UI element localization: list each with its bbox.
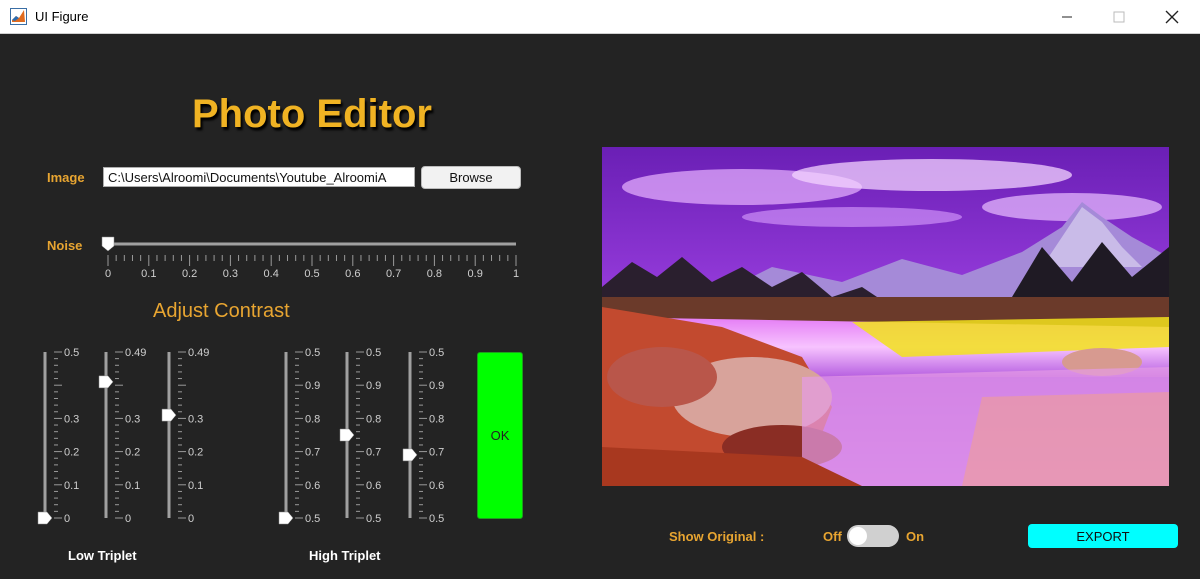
image-path-input[interactable]: [103, 167, 415, 187]
maximize-icon: [1113, 11, 1125, 22]
browse-button[interactable]: Browse: [421, 166, 521, 189]
slider-thumb[interactable]: [278, 511, 294, 525]
slider-tick-label: 0.1: [64, 480, 79, 492]
minimize-icon: [1062, 16, 1072, 17]
slider-tick-label: 0.7: [366, 447, 381, 459]
slider-tick-label: 0.8: [366, 413, 381, 425]
slider-thumb[interactable]: [98, 375, 114, 389]
slider-tick-label: 0.9: [305, 380, 320, 392]
photo-preview: [602, 147, 1169, 486]
matlab-logo-icon: [10, 8, 27, 25]
noise-tick-label: 0.6: [345, 268, 360, 280]
slider-tick-label: 0.1: [125, 480, 140, 492]
slider-thumb[interactable]: [402, 448, 418, 462]
slider-max-label: 0.5: [429, 347, 444, 359]
contrast-slider[interactable]: 0.5 0.9 0.8 0.7 0.6 0.5: [339, 347, 381, 525]
toggle-on-label: On: [906, 529, 925, 544]
slider-tick-label: 0.8: [305, 413, 320, 425]
slider-tick-label: 0.6: [366, 480, 381, 492]
slider-tick-label: 0.5: [429, 513, 444, 525]
slider-tick-label: 0.2: [125, 447, 140, 459]
slider-tick-label: 0.9: [366, 380, 381, 392]
slider-tick-label: 0.5: [366, 513, 381, 525]
slider-max-label: 0.49: [188, 347, 209, 359]
noise-slider-thumb[interactable]: [101, 236, 115, 252]
noise-tick-label: 0: [105, 268, 111, 280]
noise-tick-label: 0.9: [468, 268, 483, 280]
noise-tick-label: 1: [513, 268, 519, 280]
noise-tick-label: 0.3: [223, 268, 238, 280]
slider-tick-label: 0.7: [429, 447, 444, 459]
slider-tick-label: 0.6: [305, 480, 320, 492]
noise-tick-label: 0.2: [182, 268, 197, 280]
contrast-slider[interactable]: 0.49 0.3 0.2 0.1 0: [98, 347, 146, 525]
slider-max-label: 0.5: [366, 347, 381, 359]
slider-tick-label: 0.3: [125, 413, 140, 425]
noise-label: Noise: [47, 238, 83, 253]
slider-max-label: 0.5: [305, 347, 320, 359]
slider-tick-label: 0.6: [429, 480, 444, 492]
close-icon: [1165, 10, 1179, 23]
minimize-button[interactable]: [1044, 0, 1090, 33]
slider-tick-label: 0: [125, 513, 131, 525]
adjust-contrast-title: Adjust Contrast: [153, 300, 290, 322]
slider-thumb[interactable]: [161, 408, 177, 422]
app-title: Photo Editor: [192, 92, 432, 136]
slider-tick-label: 0.5: [305, 513, 320, 525]
close-button[interactable]: [1149, 0, 1195, 33]
noise-tick-label: 0.7: [386, 268, 401, 280]
slider-max-label: 0.49: [125, 347, 146, 359]
noise-tick-label: 0.1: [141, 268, 156, 280]
slider-thumb[interactable]: [339, 428, 355, 442]
low-triplet-sliders[interactable]: 0.5 0.3 0.2 0.1 0 0.49 0.3 0.2 0.1 0 0.49 0.3 0.2 0.1…: [30, 340, 260, 530]
slider-tick-label: 0.2: [64, 447, 79, 459]
show-original-label: Show Original :: [669, 529, 765, 544]
ok-button[interactable]: OK: [477, 352, 523, 519]
slider-tick-label: 0: [188, 513, 194, 525]
show-original-toggle[interactable]: [847, 525, 899, 547]
window-title: UI Figure: [35, 9, 89, 24]
slider-tick-label: 0: [64, 513, 70, 525]
slider-tick-label: 0.3: [64, 413, 79, 425]
noise-tick-label: 0.4: [264, 268, 279, 280]
high-triplet-label: High Triplet: [309, 548, 381, 563]
contrast-slider[interactable]: 0.5 0.3 0.2 0.1 0: [37, 347, 79, 525]
slider-tick-label: 0.2: [188, 447, 203, 459]
slider-tick-label: 0.3: [188, 413, 203, 425]
maximize-button[interactable]: [1096, 0, 1142, 33]
noise-tick-label: 0.5: [304, 268, 319, 280]
slider-tick-label: 0.1: [188, 480, 203, 492]
image-label: Image: [47, 170, 85, 185]
slider-tick-label: 0.9: [429, 380, 444, 392]
slider-tick-label: 0.7: [305, 447, 320, 459]
slider-max-label: 0.5: [64, 347, 79, 359]
window-titlebar: UI Figure: [0, 0, 1200, 34]
slider-tick-label: 0.8: [429, 413, 444, 425]
noise-slider[interactable]: 0 0.1 0.2 0.3 0.4 0.5 0.6 0.7 0.8 0.9 1: [96, 232, 528, 282]
toggle-off-label: Off: [823, 529, 842, 544]
high-triplet-sliders[interactable]: 0.50.90.80.70.60.50.50.90.80.70.60.50.50…: [270, 340, 470, 530]
toggle-knob[interactable]: [849, 527, 867, 545]
slider-thumb[interactable]: [37, 511, 53, 525]
contrast-slider[interactable]: 0.5 0.9 0.8 0.7 0.6 0.5: [278, 347, 320, 525]
contrast-slider[interactable]: 0.5 0.9 0.8 0.7 0.6 0.5: [402, 347, 444, 525]
noise-tick-label: 0.8: [427, 268, 442, 280]
export-button[interactable]: EXPORT: [1028, 524, 1178, 548]
low-triplet-label: Low Triplet: [68, 548, 137, 563]
contrast-slider[interactable]: 0.49 0.3 0.2 0.1 0: [161, 347, 209, 525]
